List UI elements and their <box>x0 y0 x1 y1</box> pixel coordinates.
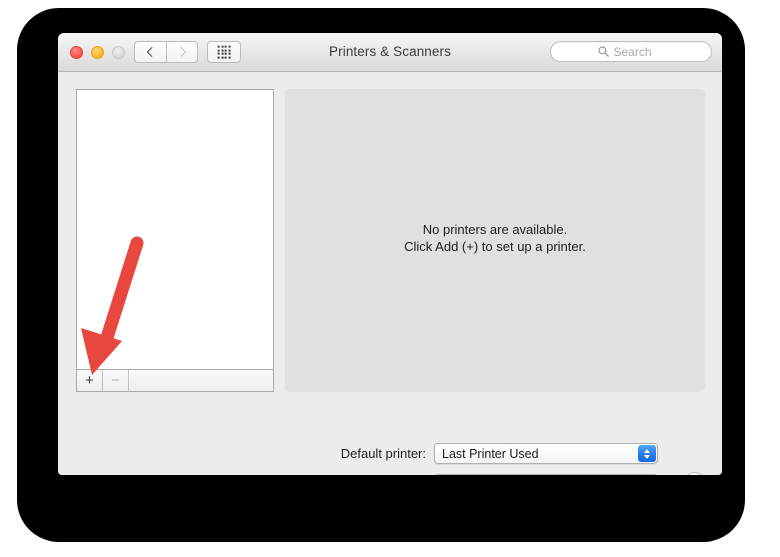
search-placeholder: Search <box>613 44 652 59</box>
search-icon <box>598 46 610 57</box>
printer-list-toolbar: + − <box>76 370 274 392</box>
printer-detail-panel: No printers are available. Click Add (+)… <box>285 89 705 392</box>
toolbar-filler <box>129 370 273 391</box>
window-titlebar: Printers & Scanners Search <box>58 33 722 72</box>
empty-state-line-1: No printers are available. <box>422 222 568 237</box>
empty-state-message: No printers are available. Click Add (+)… <box>285 221 705 255</box>
remove-printer-button: − <box>103 370 129 391</box>
add-printer-button[interactable]: + <box>77 370 103 391</box>
empty-state-line-2: Click Add (+) to set up a printer. <box>404 239 586 254</box>
preference-pane-body: + − No printers are available. Click Add… <box>58 72 722 475</box>
default-printer-label: Default printer: <box>340 446 426 461</box>
chevron-updown-icon <box>638 445 656 462</box>
default-printer-value: Last Printer Used <box>442 446 539 461</box>
default-paper-size-select[interactable]: A4 <box>434 474 658 475</box>
printer-list[interactable] <box>76 89 274 370</box>
help-button[interactable]: ? <box>684 472 705 475</box>
system-preferences-window: Printers & Scanners Search + − No printe… <box>58 33 722 475</box>
default-paper-size-row: Default paper size: A4 <box>266 474 658 475</box>
default-printer-select[interactable]: Last Printer Used <box>434 443 658 464</box>
default-printer-row: Default printer: Last Printer Used <box>266 443 658 464</box>
search-input[interactable]: Search <box>550 41 712 62</box>
